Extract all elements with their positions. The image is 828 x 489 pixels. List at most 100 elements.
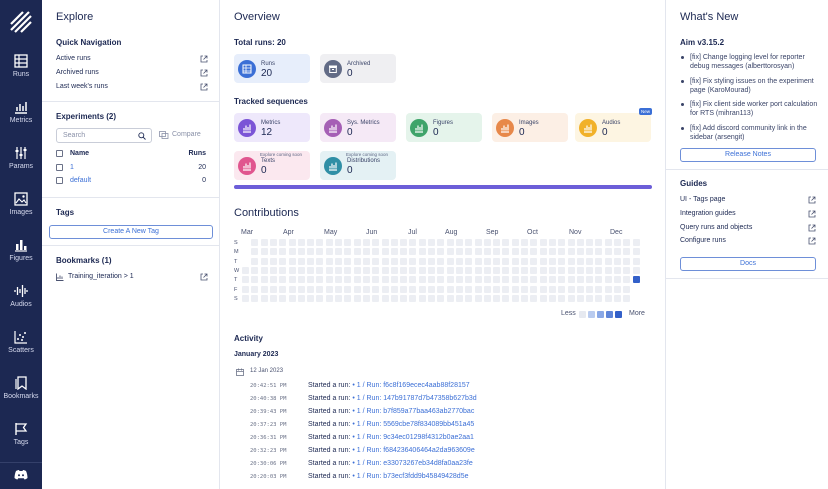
contribution-cell[interactable]	[539, 239, 547, 246]
contribution-cell[interactable]	[521, 239, 528, 246]
contribution-cell[interactable]	[372, 294, 380, 302]
contribution-cell[interactable]	[474, 239, 482, 246]
contribution-cell[interactable]	[567, 294, 575, 302]
quick-nav-active-runs[interactable]: Active runs	[56, 55, 208, 63]
contribution-cell[interactable]	[400, 248, 408, 256]
contribution-cell[interactable]	[586, 257, 594, 265]
nav-audios[interactable]: Audios	[0, 284, 42, 324]
contribution-cell[interactable]	[483, 276, 491, 284]
contribution-cell[interactable]	[409, 294, 417, 302]
contribution-cell[interactable]	[614, 294, 621, 302]
contribution-cell[interactable]	[297, 257, 305, 265]
contribution-cell[interactable]	[242, 276, 249, 284]
contribution-cell[interactable]	[307, 266, 315, 274]
contribution-cell[interactable]	[372, 239, 380, 246]
contribution-cell[interactable]	[465, 239, 473, 246]
contribution-cell[interactable]	[586, 239, 594, 246]
contribution-cell[interactable]	[474, 294, 482, 302]
contribution-cell[interactable]	[446, 239, 454, 246]
contribution-cell[interactable]	[483, 239, 491, 246]
contribution-cell[interactable]	[614, 248, 621, 256]
contribution-cell[interactable]	[446, 257, 454, 265]
contribution-cell[interactable]	[604, 239, 612, 246]
contribution-cell[interactable]	[521, 294, 528, 302]
contribution-cell[interactable]	[418, 294, 426, 302]
contribution-cell[interactable]	[539, 248, 547, 256]
contribution-cell[interactable]	[483, 266, 491, 274]
contribution-cell[interactable]	[474, 257, 482, 265]
contribution-cell[interactable]	[493, 285, 501, 293]
contribution-cell[interactable]	[288, 294, 296, 302]
contribution-cell[interactable]	[297, 294, 305, 302]
nav-params[interactable]: Params	[0, 146, 42, 186]
contribution-cell[interactable]	[390, 285, 398, 293]
contribution-cell[interactable]	[465, 294, 473, 302]
contribution-cell[interactable]	[437, 266, 445, 274]
contribution-cell[interactable]	[502, 257, 510, 265]
nav-tags[interactable]: Tags	[0, 422, 42, 462]
contribution-cell[interactable]	[381, 285, 389, 293]
contribution-cell[interactable]	[595, 285, 603, 293]
contribution-cell[interactable]	[521, 257, 528, 265]
contribution-cell[interactable]	[437, 257, 445, 265]
contribution-cell[interactable]	[586, 285, 594, 293]
contribution-cell[interactable]	[502, 266, 510, 274]
contribution-cell[interactable]	[604, 276, 612, 284]
sequence-card[interactable]: Explore coming soon Texts 0	[234, 151, 310, 180]
contribution-cell[interactable]	[437, 248, 445, 256]
contribution-cell[interactable]	[446, 248, 454, 256]
contribution-cell[interactable]	[400, 294, 408, 302]
contribution-cell[interactable]	[632, 239, 640, 246]
contribution-cell[interactable]	[362, 239, 370, 246]
contribution-cell[interactable]	[567, 266, 575, 274]
contribution-cell[interactable]	[604, 248, 612, 256]
contribution-cell[interactable]	[418, 276, 426, 284]
contribution-cell[interactable]	[242, 285, 249, 293]
contribution-cell[interactable]	[260, 276, 268, 284]
contribution-cell[interactable]	[576, 248, 584, 256]
contribution-cell[interactable]	[251, 294, 259, 302]
contribution-cell[interactable]	[437, 276, 445, 284]
contribution-cell[interactable]	[614, 285, 621, 293]
contribution-cell[interactable]	[390, 276, 398, 284]
nav-images[interactable]: Images	[0, 192, 42, 232]
contribution-cell[interactable]	[548, 285, 556, 293]
contribution-cell[interactable]	[251, 239, 259, 246]
guide-link[interactable]: Configure runs	[680, 237, 816, 245]
contribution-cell[interactable]	[493, 294, 501, 302]
contribution-cell[interactable]	[548, 248, 556, 256]
contribution-cell[interactable]	[400, 266, 408, 274]
activity-run-link[interactable]: • 1 / Run: f6c8f169ecec4aab88f28157	[352, 382, 469, 389]
contribution-cell[interactable]	[279, 294, 287, 302]
contribution-cell[interactable]	[511, 266, 519, 274]
contribution-cell[interactable]	[530, 285, 538, 293]
contribution-cell[interactable]	[409, 257, 417, 265]
contribution-cell[interactable]	[269, 266, 277, 274]
contribution-cell[interactable]	[372, 276, 380, 284]
contribution-cell[interactable]	[548, 239, 556, 246]
contribution-cell[interactable]	[465, 248, 473, 256]
contribution-cell[interactable]	[576, 257, 584, 265]
contribution-cell[interactable]	[288, 248, 296, 256]
contribution-cell[interactable]	[604, 266, 612, 274]
contribution-cell[interactable]	[502, 285, 510, 293]
nav-bookmarks[interactable]: Bookmarks	[0, 376, 42, 416]
contribution-cell[interactable]	[316, 294, 324, 302]
aim-logo-icon[interactable]	[9, 10, 33, 34]
contribution-cell[interactable]	[307, 239, 315, 246]
contribution-cell[interactable]	[465, 285, 473, 293]
contribution-cell[interactable]	[297, 276, 305, 284]
contribution-cell[interactable]	[530, 239, 538, 246]
contribution-cell[interactable]	[567, 239, 575, 246]
contribution-cell[interactable]	[409, 285, 417, 293]
contribution-cell[interactable]	[428, 257, 435, 265]
guide-link[interactable]: Integration guides	[680, 210, 816, 218]
contribution-cell[interactable]	[362, 248, 370, 256]
contribution-cell[interactable]	[251, 276, 259, 284]
contribution-cell[interactable]	[279, 266, 287, 274]
contribution-cell[interactable]	[279, 239, 287, 246]
contribution-cell[interactable]	[530, 294, 538, 302]
contribution-cell[interactable]	[483, 285, 491, 293]
contribution-cell[interactable]	[307, 257, 315, 265]
contribution-cell[interactable]	[576, 294, 584, 302]
